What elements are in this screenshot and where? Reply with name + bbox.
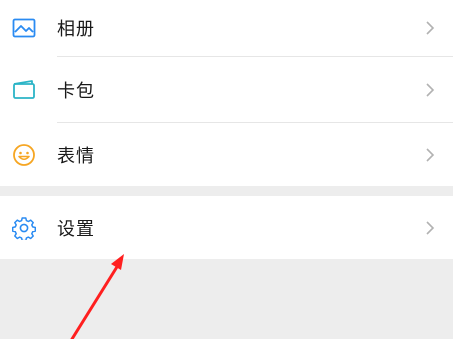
menu-item-album[interactable]: 相册 <box>0 0 453 56</box>
menu-group-settings: 设置 <box>0 196 453 259</box>
section-gap <box>0 186 453 196</box>
gear-icon <box>11 215 37 241</box>
menu-item-label: 表情 <box>57 145 95 167</box>
chevron-right-icon <box>426 147 435 162</box>
menu-item-label: 设置 <box>57 218 95 240</box>
menu-item-cards[interactable]: 卡包 <box>0 57 453 122</box>
menu-item-stickers[interactable]: 表情 <box>0 123 453 186</box>
sticker-smile-icon <box>11 142 37 168</box>
album-icon <box>11 15 37 41</box>
chevron-right-icon <box>426 220 435 235</box>
chevron-right-icon <box>426 82 435 97</box>
menu-item-label: 相册 <box>57 19 95 40</box>
menu-item-label: 卡包 <box>57 80 95 102</box>
card-wallet-icon <box>11 77 37 103</box>
menu-group-main: 相册 卡包 表情 <box>0 0 453 186</box>
menu-item-settings[interactable]: 设置 <box>0 196 453 259</box>
chevron-right-icon <box>426 21 435 35</box>
